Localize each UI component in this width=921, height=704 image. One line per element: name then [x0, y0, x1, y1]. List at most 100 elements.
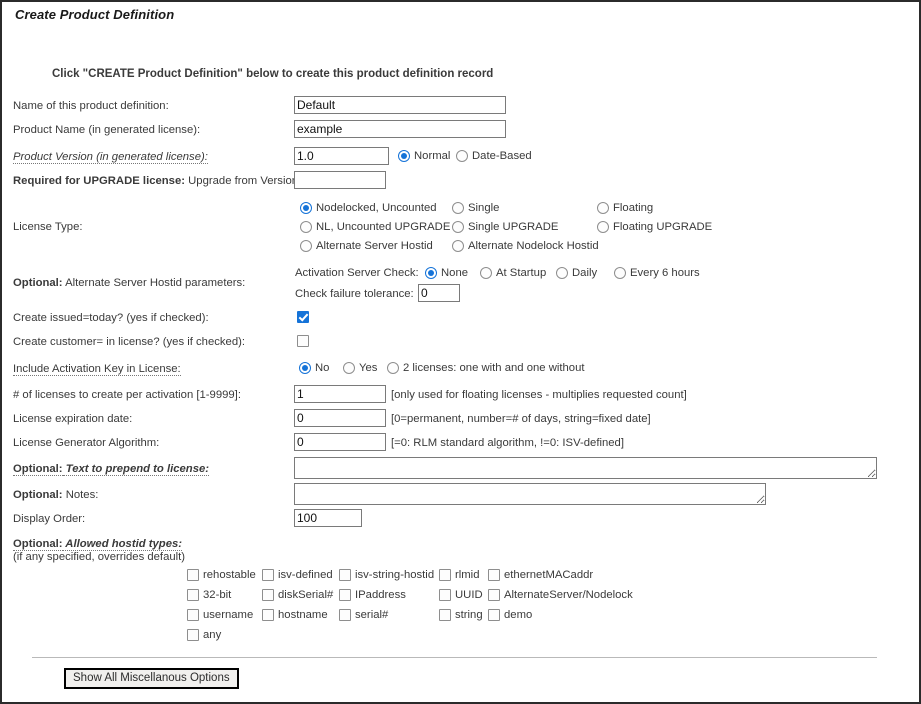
license-generator-algorithm-input[interactable]: [294, 433, 386, 451]
checkbox-icon-ethernetmacaddr: [488, 569, 500, 581]
product-name-input[interactable]: [294, 120, 506, 138]
radio-activation-check-daily[interactable]: Daily: [556, 267, 597, 279]
radio-icon-activation-every-6-hours: [614, 267, 626, 279]
radio-icon-alternate-nodelock-hostid: [452, 240, 464, 252]
checkbox-hostid-isv-defined[interactable]: isv-defined: [262, 569, 333, 581]
checkbox-hostid-isv-string-hostid[interactable]: isv-string-hostid: [339, 569, 434, 581]
product-definition-name-input[interactable]: [294, 96, 506, 114]
radio-icon-activation-key-two-licenses: [387, 362, 399, 374]
check-failure-tolerance-input[interactable]: [418, 284, 460, 302]
checkbox-hostid-serial[interactable]: serial#: [339, 609, 388, 621]
licenses-per-activation-input[interactable]: [294, 385, 386, 403]
label-create-customer: Create customer= in license? (yes if che…: [13, 336, 245, 348]
checkbox-icon-32-bit: [187, 589, 199, 601]
radio-license-nl-uncounted-upgrade[interactable]: NL, Uncounted UPGRADE: [300, 221, 450, 233]
radio-version-normal[interactable]: Normal: [398, 150, 450, 162]
checkbox-label-demo: demo: [504, 609, 533, 621]
radio-license-single[interactable]: Single: [452, 202, 499, 214]
notes-textarea[interactable]: [294, 483, 766, 505]
label-check-failure-tolerance: Check failure tolerance:: [295, 288, 414, 300]
radio-label-floating-upgrade: Floating UPGRADE: [613, 221, 713, 233]
radio-license-alternate-nodelock-hostid[interactable]: Alternate Nodelock Hostid: [452, 240, 599, 252]
checkbox-hostid-diskserial[interactable]: diskSerial#: [262, 589, 333, 601]
radio-icon-single: [452, 202, 464, 214]
checkbox-hostid-hostname[interactable]: hostname: [262, 609, 328, 621]
radio-license-floating[interactable]: Floating: [597, 202, 653, 214]
radio-label-activation-at-startup: At Startup: [496, 267, 547, 279]
radio-license-single-upgrade[interactable]: Single UPGRADE: [452, 221, 558, 233]
checkbox-hostid-uuid[interactable]: UUID: [439, 589, 483, 601]
label-text-to-prepend: Optional: Text to prepend to license:: [13, 463, 210, 476]
checkbox-label-serial: serial#: [355, 609, 389, 621]
label-alt-server-rest: Alternate Server Hostid parameters:: [62, 277, 246, 289]
radio-license-nodelocked-uncounted[interactable]: Nodelocked, Uncounted: [300, 202, 437, 214]
radio-activation-check-none[interactable]: None: [425, 267, 468, 279]
radio-icon-activation-at-startup: [480, 267, 492, 279]
label-license-expiration-date: License expiration date:: [13, 413, 133, 425]
checkbox-hostid-rlmid[interactable]: rlmid: [439, 569, 479, 581]
checkbox-icon-alternateserver-nodelock: [488, 589, 500, 601]
checkbox-label-isv-string-hostid: isv-string-hostid: [355, 569, 435, 581]
checkbox-label-isv-defined: isv-defined: [278, 569, 333, 581]
checkbox-hostid-ipaddress[interactable]: IPaddress: [339, 589, 406, 601]
radio-label-alternate-server-hostid: Alternate Server Hostid: [316, 240, 433, 252]
label-allowed-hostid-types: Optional: Allowed hostid types:: [13, 538, 183, 551]
checkbox-hostid-alternateserver-nodelock[interactable]: AlternateServer/Nodelock: [488, 589, 633, 601]
label-license-type: License Type:: [13, 221, 83, 233]
show-all-miscellaneous-options-button[interactable]: Show All Miscellanous Options: [64, 668, 239, 689]
text-to-prepend-textarea[interactable]: [294, 457, 877, 479]
product-version-input[interactable]: [294, 147, 389, 165]
footer-divider: [32, 657, 877, 658]
radio-version-date-based[interactable]: Date-Based: [456, 150, 532, 162]
checkbox-icon-demo: [488, 609, 500, 621]
display-order-input[interactable]: [294, 509, 362, 527]
license-expiration-date-input[interactable]: [294, 409, 386, 427]
checkbox-icon-username: [187, 609, 199, 621]
label-prepend-bold: Optional:: [13, 463, 63, 476]
checkbox-icon-diskserial: [262, 589, 274, 601]
checkbox-icon-rehostable: [187, 569, 199, 581]
label-upgrade-rest: Upgrade from Version:: [185, 175, 302, 187]
label-hostid-rest: Allowed hostid types:: [62, 538, 183, 551]
radio-license-floating-upgrade[interactable]: Floating UPGRADE: [597, 221, 712, 233]
label-product-name: Product Name (in generated license):: [13, 124, 201, 136]
radio-icon-alternate-server-hostid: [300, 240, 312, 252]
checkbox-label-username: username: [203, 609, 254, 621]
radio-icon-floating: [597, 202, 609, 214]
radio-activation-check-at-startup[interactable]: At Startup: [480, 267, 546, 279]
label-alt-server-bold: Optional:: [13, 277, 63, 289]
upgrade-from-version-input[interactable]: [294, 171, 386, 189]
radio-activation-check-every-6-hours[interactable]: Every 6 hours: [614, 267, 700, 279]
checkbox-icon-isv-defined: [262, 569, 274, 581]
create-product-definition-page: Create Product Definition Click "CREATE …: [0, 0, 921, 704]
create-customer-checkbox[interactable]: [297, 335, 309, 347]
radio-label-activation-none: None: [441, 267, 469, 279]
checkbox-hostid-any[interactable]: any: [187, 629, 221, 641]
checkbox-hostid-string[interactable]: string: [439, 609, 483, 621]
checkbox-icon-serial: [339, 609, 351, 621]
radio-activation-key-no[interactable]: No: [299, 362, 329, 374]
checkbox-hostid-ethernetmacaddr[interactable]: ethernetMACaddr: [488, 569, 593, 581]
radio-icon-nl-uncounted-upgrade: [300, 221, 312, 233]
label-notes: Optional: Notes:: [13, 489, 98, 501]
radio-license-alternate-server-hostid[interactable]: Alternate Server Hostid: [300, 240, 433, 252]
label-prepend-rest: Text to prepend to license:: [62, 463, 210, 476]
label-upgrade-bold: Required for UPGRADE license:: [13, 175, 185, 187]
radio-label-nl-uncounted-upgrade: NL, Uncounted UPGRADE: [316, 221, 451, 233]
label-hostid-bold: Optional:: [13, 538, 63, 551]
radio-label-single-upgrade: Single UPGRADE: [468, 221, 559, 233]
hint-license-generator-algorithm: [=0: RLM standard algorithm, !=0: ISV-de…: [391, 437, 624, 449]
checkbox-hostid-username[interactable]: username: [187, 609, 253, 621]
instruction-text: Click "CREATE Product Definition" below …: [52, 68, 494, 80]
radio-activation-key-two-licenses[interactable]: 2 licenses: one with and one without: [387, 362, 585, 374]
radio-icon-date-based: [456, 150, 468, 162]
label-include-activation-key-text: Include Activation Key in License:: [13, 363, 181, 376]
create-issued-today-checkbox[interactable]: [297, 311, 309, 323]
checkbox-hostid-rehostable[interactable]: rehostable: [187, 569, 256, 581]
radio-activation-key-yes[interactable]: Yes: [343, 362, 377, 374]
checkbox-label-alternateserver-nodelock: AlternateServer/Nodelock: [504, 589, 633, 601]
radio-icon-activation-daily: [556, 267, 568, 279]
checkbox-hostid-32-bit[interactable]: 32-bit: [187, 589, 231, 601]
checkbox-hostid-demo[interactable]: demo: [488, 609, 532, 621]
label-licenses-per-activation: # of licenses to create per activation […: [13, 389, 241, 401]
